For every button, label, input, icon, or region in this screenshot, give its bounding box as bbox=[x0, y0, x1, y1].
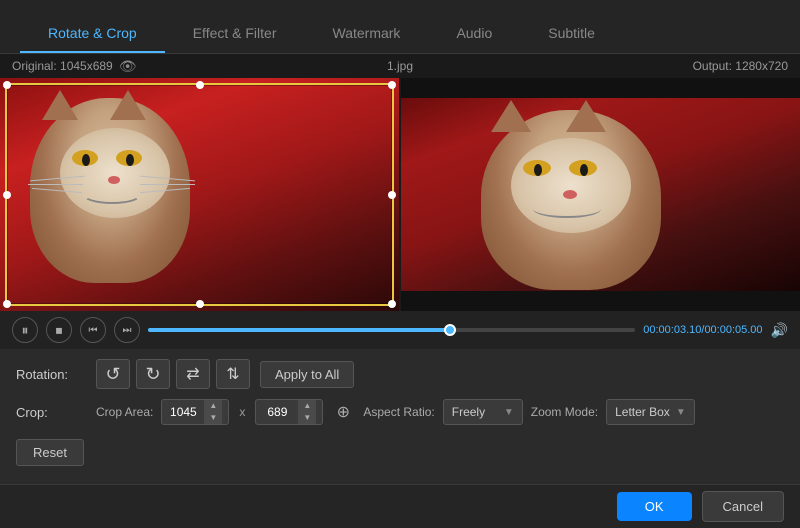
crop-width-spin: ▲ ▼ bbox=[204, 400, 222, 424]
tab-rotate-crop[interactable]: Rotate & Crop bbox=[20, 15, 165, 53]
main-area: Original: 1045x689 👁 1.jpg Output: 1280x… bbox=[0, 54, 800, 528]
output-resolution: Output: 1280x720 bbox=[693, 59, 788, 73]
crop-controls: Crop Area: ▲ ▼ x ▲ ▼ ⊕ bbox=[96, 399, 695, 425]
crop-label: Crop: bbox=[16, 405, 86, 420]
ok-button[interactable]: OK bbox=[617, 492, 692, 521]
crop-height-input[interactable]: ▲ ▼ bbox=[255, 399, 323, 425]
crop-width-field[interactable] bbox=[162, 405, 204, 419]
crop-width-down[interactable]: ▼ bbox=[204, 412, 222, 424]
reset-button[interactable]: Reset bbox=[16, 439, 84, 466]
total-time: 00:00:05.00 bbox=[704, 324, 762, 336]
crop-area-label: Crop Area: bbox=[96, 405, 153, 419]
next-frame-button[interactable]: ⏭ bbox=[114, 317, 140, 343]
video-panels bbox=[0, 78, 800, 311]
zoom-mode-value: Letter Box bbox=[615, 405, 670, 419]
aspect-ratio-dropdown[interactable]: Freely ▼ bbox=[443, 399, 523, 425]
zoom-mode-dropdown[interactable]: Letter Box ▼ bbox=[606, 399, 695, 425]
bottom-bar: OK Cancel bbox=[0, 484, 800, 528]
apply-to-all-button[interactable]: Apply to All bbox=[260, 361, 354, 388]
x-separator: x bbox=[239, 405, 245, 419]
aspect-ratio-label: Aspect Ratio: bbox=[363, 405, 434, 419]
zoom-dropdown-arrow: ▼ bbox=[676, 407, 686, 418]
original-info: Original: 1045x689 👁 bbox=[12, 58, 137, 75]
rotation-label: Rotation: bbox=[16, 367, 86, 382]
reset-row: Reset bbox=[16, 435, 784, 466]
playback-bar: ⏸ ⏹ ⏮ ⏭ 00:00:03.10/00:00:05.00 🔊 bbox=[0, 311, 800, 349]
original-resolution: Original: 1045x689 bbox=[12, 59, 113, 73]
crop-width-up[interactable]: ▲ bbox=[204, 400, 222, 412]
aspect-ratio-group: Aspect Ratio: Freely ▼ bbox=[363, 399, 522, 425]
play-pause-button[interactable]: ⏸ bbox=[12, 317, 38, 343]
aspect-ratio-value: Freely bbox=[452, 405, 485, 419]
preview-section: Original: 1045x689 👁 1.jpg Output: 1280x… bbox=[0, 54, 800, 349]
volume-icon[interactable]: 🔊 bbox=[771, 322, 788, 339]
preview-info: Original: 1045x689 👁 1.jpg Output: 1280x… bbox=[0, 54, 800, 78]
tab-subtitle[interactable]: Subtitle bbox=[520, 15, 623, 53]
zoom-mode-label: Zoom Mode: bbox=[531, 405, 598, 419]
tab-watermark[interactable]: Watermark bbox=[305, 15, 429, 53]
video-left-panel bbox=[0, 78, 399, 311]
tab-bar: Rotate & Crop Effect & Filter Watermark … bbox=[0, 0, 800, 54]
crop-height-up[interactable]: ▲ bbox=[298, 400, 316, 412]
rotate-left-button[interactable]: ↺ bbox=[96, 359, 130, 389]
crop-width-input[interactable]: ▲ ▼ bbox=[161, 399, 229, 425]
crop-height-spin: ▲ ▼ bbox=[298, 400, 316, 424]
tab-effect-filter[interactable]: Effect & Filter bbox=[165, 15, 305, 53]
time-display: 00:00:03.10/00:00:05.00 bbox=[643, 324, 762, 336]
flip-horizontal-button[interactable]: ⇄ bbox=[176, 359, 210, 389]
rotation-row: Rotation: ↺ ↻ ⇄ ⇅ Apply to All bbox=[16, 359, 784, 389]
timeline-fill bbox=[148, 328, 450, 332]
stop-button[interactable]: ⏹ bbox=[46, 317, 72, 343]
timeline-slider[interactable] bbox=[148, 328, 635, 332]
prev-frame-button[interactable]: ⏮ bbox=[80, 317, 106, 343]
rotate-right-button[interactable]: ↻ bbox=[136, 359, 170, 389]
cancel-button[interactable]: Cancel bbox=[702, 491, 784, 522]
rotation-buttons: ↺ ↻ ⇄ ⇅ bbox=[96, 359, 250, 389]
tab-audio[interactable]: Audio bbox=[428, 15, 520, 53]
filename-label: 1.jpg bbox=[387, 59, 413, 73]
crop-height-down[interactable]: ▼ bbox=[298, 412, 316, 424]
crop-height-field[interactable] bbox=[256, 405, 298, 419]
flip-vertical-button[interactable]: ⇅ bbox=[216, 359, 250, 389]
crop-row: Crop: Crop Area: ▲ ▼ x ▲ ▼ bbox=[16, 399, 784, 425]
zoom-mode-group: Zoom Mode: Letter Box ▼ bbox=[531, 399, 695, 425]
eye-icon[interactable]: 👁 bbox=[119, 58, 137, 75]
timeline-thumb[interactable] bbox=[444, 324, 456, 336]
aspect-dropdown-arrow: ▼ bbox=[504, 407, 514, 418]
center-crop-icon[interactable]: ⊕ bbox=[331, 400, 355, 424]
video-right-panel bbox=[401, 78, 800, 311]
current-time: 00:00:03.10 bbox=[643, 324, 701, 336]
